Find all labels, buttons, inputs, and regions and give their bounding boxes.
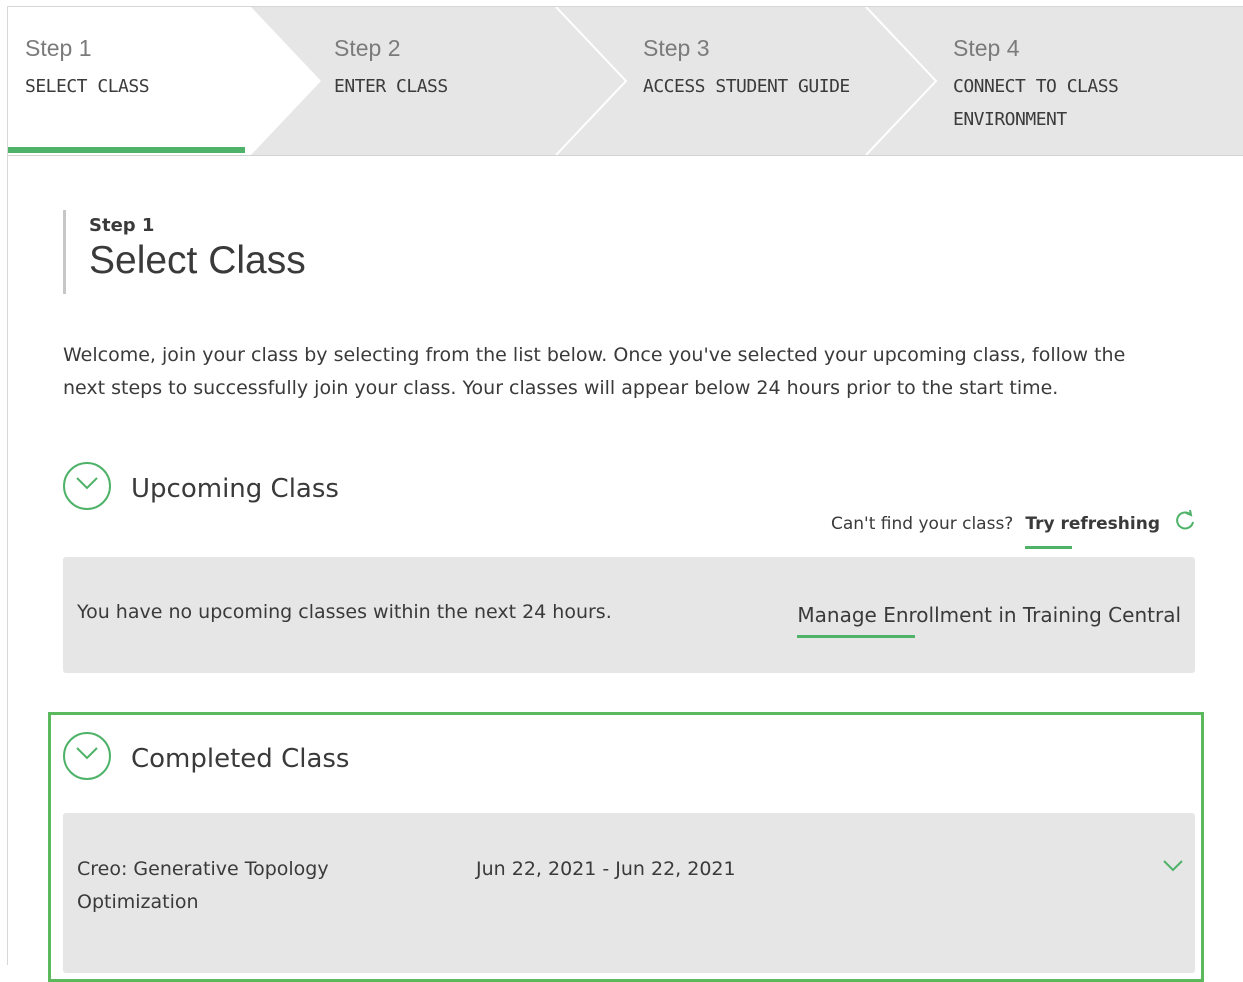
manage-enrollment-link[interactable]: Manage Enrollment in Training Central (797, 603, 1181, 638)
intro-text: Welcome, join your class by selecting fr… (63, 344, 1126, 399)
step-tab-1[interactable]: Step 1 SELECT CLASS (25, 35, 150, 103)
step-label: CONNECT TO CLASS ENVIRONMENT (953, 76, 1119, 130)
step-label: ENTER CLASS (334, 76, 448, 97)
class-name: Creo: Generative Topology Optimization (77, 858, 329, 913)
step-subtitle: Step 1 (89, 215, 155, 236)
page-title: Select Class (89, 239, 306, 282)
step-label: ACCESS STUDENT GUIDE (643, 76, 850, 97)
chevron-down-circle-icon[interactable] (63, 462, 111, 510)
step-tab-3[interactable]: Step 3 ACCESS STUDENT GUIDE (643, 35, 850, 103)
class-row[interactable]: Creo: Generative Topology Optimization J… (63, 813, 1195, 973)
no-upcoming-message: You have no upcoming classes within the … (77, 601, 612, 623)
chevron-down-icon[interactable] (1163, 857, 1183, 876)
cant-find-text: Can't find your class? (831, 513, 1014, 534)
step-number: Step 2 (334, 35, 401, 61)
active-step-indicator (8, 147, 245, 153)
step-number: Step 4 (953, 35, 1020, 61)
try-refreshing-link[interactable]: Try refreshing (1025, 514, 1160, 549)
refresh-icon[interactable] (1174, 509, 1196, 537)
step-tab-2[interactable]: Step 2 ENTER CLASS (334, 35, 448, 103)
completed-class-title: Completed Class (131, 744, 350, 774)
upcoming-class-panel: You have no upcoming classes within the … (63, 557, 1195, 673)
chevron-down-circle-icon[interactable] (63, 732, 111, 780)
upcoming-class-title: Upcoming Class (131, 474, 339, 504)
page-frame: Step 1 SELECT CLASS Step 2 ENTER CLASS S… (7, 6, 1243, 982)
stepper: Step 1 SELECT CLASS Step 2 ENTER CLASS S… (8, 7, 1243, 156)
step-label: SELECT CLASS (25, 76, 150, 97)
class-dates: Jun 22, 2021 - Jun 22, 2021 (476, 858, 736, 880)
step-number: Step 1 (25, 35, 92, 61)
step-number: Step 3 (643, 35, 710, 61)
step-heading: Step 1 Select Class (63, 210, 306, 294)
step-tab-4[interactable]: Step 4 CONNECT TO CLASS ENVIRONMENT (953, 35, 1153, 136)
refresh-row: Can't find your class? Try refreshing (831, 509, 1196, 549)
